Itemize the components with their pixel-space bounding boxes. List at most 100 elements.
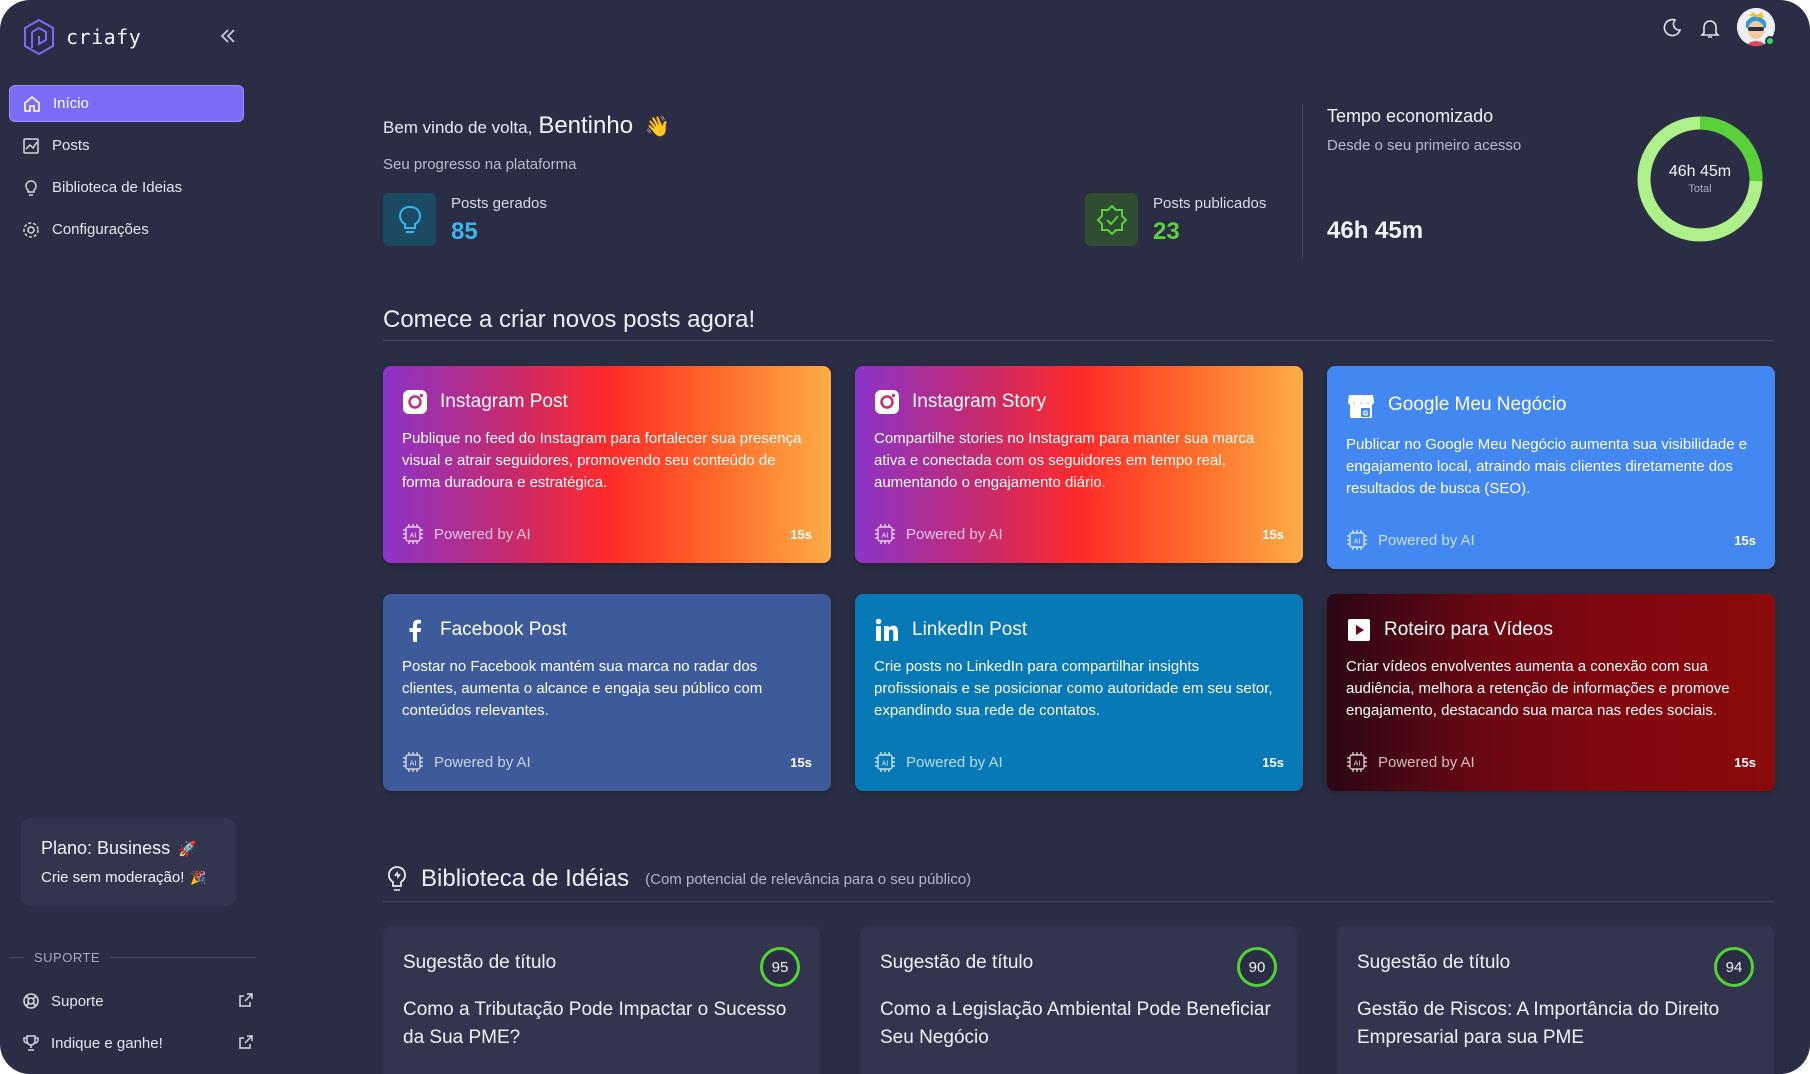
refer-link[interactable]: Indique e ganhe! xyxy=(22,1028,256,1058)
stat-label: Posts publicados xyxy=(1153,195,1267,212)
powered-by-label: Powered by AI xyxy=(434,525,531,543)
external-link-icon xyxy=(239,1035,253,1049)
linkedin-icon xyxy=(875,618,898,641)
sidebar: criafy Início Posts Biblioteca de Ideias xyxy=(0,0,262,1074)
time-saved-title: Tempo economizado xyxy=(1327,106,1494,126)
card-description: Crie posts no LinkedIn para compartilhar… xyxy=(874,658,1273,719)
collapse-sidebar-button[interactable] xyxy=(216,24,240,48)
svg-text:AI: AI xyxy=(410,760,417,768)
chart-icon xyxy=(23,137,39,154)
trophy-icon xyxy=(23,1035,39,1051)
sidebar-item-label: Início xyxy=(53,95,89,112)
idea-label: Sugestão de título xyxy=(403,952,557,973)
idea-title: Como a Tributação Pode Impactar o Sucess… xyxy=(403,999,787,1048)
plan-subtitle: Crie sem moderação! xyxy=(41,869,185,886)
sidebar-item-configuracoes[interactable]: Configurações xyxy=(9,211,244,248)
svg-text:G: G xyxy=(1363,410,1369,418)
wave-icon: 👋 xyxy=(645,116,670,138)
stat-value: 23 xyxy=(1153,218,1180,245)
sidebar-item-label: Biblioteca de Ideias xyxy=(52,179,183,196)
library-heading: Biblioteca de Idéias (Com potencial de r… xyxy=(383,864,971,894)
refer-label: Indique e ganhe! xyxy=(51,1034,163,1052)
google-business-icon: G xyxy=(1348,395,1374,418)
stat-value: 85 xyxy=(451,218,478,245)
support-heading: SUPORTE xyxy=(10,950,256,965)
welcome-heading: Bem vindo de volta, Bentinho 👋 xyxy=(383,112,670,140)
card-instagram-post[interactable]: Instagram Post Publique no feed do Insta… xyxy=(383,366,831,563)
card-time: 15s xyxy=(790,754,812,770)
plan-title: Plano: Business xyxy=(41,838,171,858)
svg-text:AI: AI xyxy=(410,532,417,540)
card-google-meu-negocio[interactable]: G Google Meu Negócio Publicar no Google … xyxy=(1327,366,1775,569)
ai-chip-icon: AI xyxy=(403,524,423,544)
lightbulb-icon xyxy=(387,866,407,891)
card-description: Compartilhe stories no Instagram para ma… xyxy=(874,430,1255,491)
powered-by-label: Powered by AI xyxy=(434,753,531,771)
card-roteiro-videos[interactable]: Roteiro para Vídeos Criar vídeos envolve… xyxy=(1327,594,1775,791)
lightbulb-icon xyxy=(25,179,37,196)
divider xyxy=(383,901,1774,902)
idea-card[interactable]: Sugestão de título 94 Gestão de Riscos: … xyxy=(1337,926,1774,1074)
time-saved-subtitle: Desde o seu primeiro acesso xyxy=(1327,137,1522,154)
app-window: criafy Início Posts Biblioteca de Ideias xyxy=(0,0,1810,1074)
card-instagram-story[interactable]: Instagram Story Compartilhe stories no I… xyxy=(855,366,1303,563)
relevance-score-badge: 95 xyxy=(760,947,800,987)
card-description: Criar vídeos envolventes aumenta a conex… xyxy=(1346,658,1730,719)
rocket-icon: 🚀 xyxy=(178,840,197,858)
card-title: Instagram Post xyxy=(440,391,568,412)
svg-text:AI: AI xyxy=(1354,760,1361,768)
notifications-button[interactable] xyxy=(1698,16,1722,40)
svg-text:AI: AI xyxy=(882,760,889,768)
library-subtitle: (Com potencial de relevância para o seu … xyxy=(645,870,972,888)
card-time: 15s xyxy=(1262,526,1284,542)
double-chevron-left-icon xyxy=(220,29,235,43)
card-time: 15s xyxy=(1262,754,1284,770)
library-title: Biblioteca de Idéias xyxy=(421,865,630,892)
card-title: LinkedIn Post xyxy=(912,619,1028,640)
play-icon xyxy=(1348,619,1370,641)
relevance-score-badge: 94 xyxy=(1714,947,1754,987)
theme-toggle-button[interactable] xyxy=(1660,16,1684,40)
sidebar-item-posts[interactable]: Posts xyxy=(9,127,244,164)
sidebar-item-inicio[interactable]: Início xyxy=(9,85,244,122)
card-time: 15s xyxy=(790,526,812,542)
ai-chip-icon: AI xyxy=(1347,530,1367,550)
card-facebook-post[interactable]: Facebook Post Postar no Facebook mantém … xyxy=(383,594,831,791)
create-section-title: Comece a criar novos posts agora! xyxy=(383,306,756,333)
support-label: Suporte xyxy=(51,992,104,1010)
sidebar-item-label: Configurações xyxy=(52,221,149,238)
divider xyxy=(1302,104,1303,259)
party-icon: 🎉 xyxy=(190,869,207,885)
ai-chip-icon: AI xyxy=(875,752,895,772)
idea-card[interactable]: Sugestão de título 90 Como a Legislação … xyxy=(860,926,1297,1074)
online-status-dot xyxy=(1765,36,1775,46)
idea-card[interactable]: Sugestão de título 95 Como a Tributação … xyxy=(383,926,820,1074)
brand[interactable]: criafy xyxy=(22,18,141,56)
plan-card[interactable]: Plano: Business 🚀 Crie sem moderação! 🎉 xyxy=(21,818,236,906)
donut-label: 46h 45m Total xyxy=(1668,163,1732,195)
sidebar-nav: Início Posts Biblioteca de Ideias Config… xyxy=(9,85,244,253)
idea-label: Sugestão de título xyxy=(880,952,1034,973)
svg-text:AI: AI xyxy=(1354,538,1361,546)
relevance-score-badge: 90 xyxy=(1237,947,1277,987)
home-icon xyxy=(24,95,40,112)
ai-chip-icon: AI xyxy=(403,752,423,772)
progress-subtitle: Seu progresso na plataforma xyxy=(383,156,577,173)
card-title: Roteiro para Vídeos xyxy=(1384,619,1553,640)
user-name: Bentinho xyxy=(538,112,634,139)
card-description: Publicar no Google Meu Negócio aumenta s… xyxy=(1346,436,1748,497)
welcome-prefix: Bem vindo de volta, xyxy=(383,118,533,137)
external-link-icon xyxy=(239,993,253,1007)
moon-icon xyxy=(1663,18,1682,37)
cube-logo-icon xyxy=(24,18,54,56)
idea-label: Sugestão de título xyxy=(1357,952,1511,973)
facebook-icon xyxy=(409,619,421,642)
idea-title: Gestão de Riscos: A Importância do Direi… xyxy=(1357,999,1720,1048)
time-saved-value: 46h 45m xyxy=(1327,217,1424,244)
card-linkedin-post[interactable]: LinkedIn Post Crie posts no LinkedIn par… xyxy=(855,594,1303,791)
sidebar-item-biblioteca[interactable]: Biblioteca de Ideias xyxy=(9,169,244,206)
powered-by-label: Powered by AI xyxy=(906,753,1003,771)
idea-title: Como a Legislação Ambiental Pode Benefic… xyxy=(880,999,1271,1048)
stat-label: Posts gerados xyxy=(451,195,547,212)
support-link[interactable]: Suporte xyxy=(22,986,256,1016)
